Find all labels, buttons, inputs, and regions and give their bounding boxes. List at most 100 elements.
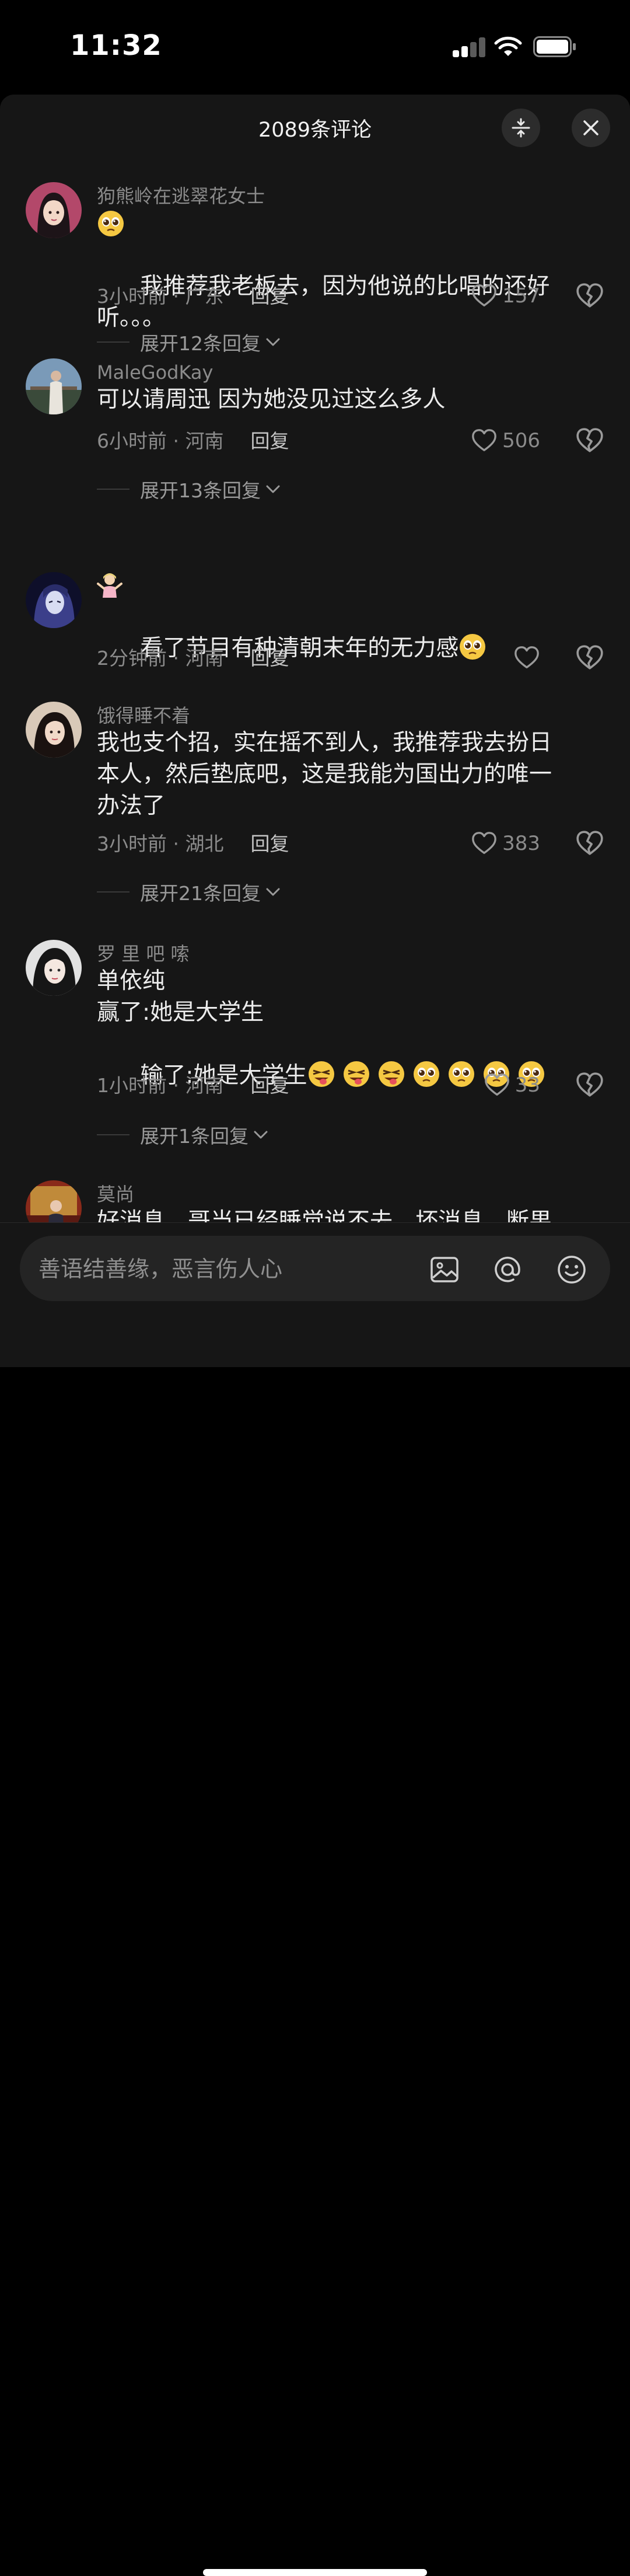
comment-username[interactable]: MaleGodKay [97, 361, 213, 384]
heart-icon [513, 644, 540, 671]
avatar-image [26, 182, 82, 238]
avatar-image [26, 940, 82, 996]
divider-line [97, 891, 130, 893]
winking-tongue-emoji [307, 1060, 335, 1088]
pleading-face-emoji [459, 633, 487, 661]
divider-line [97, 489, 130, 490]
divider-line [97, 341, 130, 343]
comment-time-location: 6小时前 · 河南 [97, 430, 224, 452]
avatar-image [26, 572, 82, 628]
like-count: 506 [502, 429, 540, 452]
avatar[interactable] [26, 572, 82, 628]
comment-time-location: 1小时前 · 河南 [97, 1074, 224, 1097]
avatar[interactable] [26, 702, 82, 758]
avatar[interactable] [26, 358, 82, 414]
comment-item: MaleGodKay 可以请周迅 因为她没见过这么多人 6小时前 · 河南 回复 … [0, 358, 630, 534]
comment-item: 看了节目有种清朝末年的无力感 2分钟前 · 河南 回复 [0, 572, 630, 724]
comment-text: 可以请周迅 因为她没见过这么多人 [97, 386, 446, 413]
expand-replies-button[interactable]: 展开13条回复 [97, 475, 282, 503]
avatar-image [26, 702, 82, 758]
reply-button[interactable]: 回复 [250, 1074, 289, 1097]
status-time: 11:32 [70, 29, 162, 62]
broken-heart-icon[interactable] [575, 643, 604, 672]
collapse-button[interactable] [502, 109, 540, 147]
comment-text-line: 单依纯 [97, 968, 166, 994]
comment-time-location: 3小时前 · 广东 [97, 285, 224, 308]
comment-time-location: 3小时前 · 湖北 [97, 832, 224, 855]
reply-button[interactable]: 回复 [250, 832, 289, 855]
comment-meta: 3小时前 · 广东 回复 [97, 284, 289, 309]
close-button[interactable] [572, 109, 610, 147]
comment-item: 罗 里 吧 嗦 单依纯 赢了:她是大学生 输了:她是大学生 1小时前 · 河南回… [0, 940, 630, 1148]
reply-button[interactable]: 回复 [250, 285, 289, 308]
reply-button[interactable]: 回复 [250, 430, 289, 452]
image-icon[interactable] [428, 1253, 461, 1286]
like-button[interactable]: 506 [471, 426, 540, 455]
heart-icon [471, 283, 498, 309]
chevron-down-icon [266, 888, 280, 896]
comment-item: 饿得睡不着 我也支个招，实在摇不到人，我推荐我去扮日 本人，然后垫底吧，这是我能… [0, 702, 630, 905]
comment-meta: 6小时前 · 河南 回复 [97, 428, 289, 454]
wifi-icon [494, 36, 522, 56]
comment-username[interactable]: 莫尚 [97, 1183, 134, 1206]
broken-heart-icon[interactable] [575, 829, 604, 858]
collapse-arrows-icon [512, 118, 530, 138]
comment-text-line: 赢了:她是大学生 [97, 999, 264, 1026]
sheet-header: 2089条评论 [0, 95, 630, 160]
expand-replies-label: 展开12条回复 [140, 332, 261, 355]
comment-username[interactable]: 罗 里 吧 嗦 [97, 942, 190, 965]
status-bar: 11:32 [0, 0, 630, 93]
at-icon[interactable] [491, 1253, 524, 1286]
comment-input-box [20, 1236, 610, 1302]
avatar[interactable] [26, 182, 82, 238]
broken-heart-icon[interactable] [575, 426, 604, 455]
broken-heart-icon[interactable] [575, 1071, 604, 1100]
smile-icon[interactable] [555, 1253, 588, 1286]
expand-replies-button[interactable]: 展开21条回复 [97, 878, 282, 906]
like-count: 157 [502, 284, 540, 308]
pleading-face-emoji [447, 1060, 475, 1088]
heart-icon [471, 830, 498, 857]
cellular-signal-icon [453, 37, 485, 57]
comment-username[interactable]: 狗熊岭在逃翠花女士 [97, 184, 265, 208]
avatar-image [26, 358, 82, 414]
comment-sheet: 2089条评论 狗熊岭在逃翠花女士 我推荐我老板去，因为他说的比唱的还好 听。。… [0, 95, 630, 1367]
reply-button[interactable]: 回复 [250, 647, 289, 670]
expand-replies-button[interactable]: 展开12条回复 [97, 328, 282, 356]
person-shrugging-emoji [97, 573, 123, 598]
winking-tongue-emoji [377, 1060, 405, 1088]
avatar[interactable] [26, 940, 82, 996]
broken-heart-icon[interactable] [575, 281, 604, 311]
comment-meta: 3小时前 · 湖北 回复 [97, 831, 289, 857]
chevron-down-icon [266, 338, 280, 346]
like-count: 33 [514, 1073, 540, 1097]
like-button[interactable]: 157 [471, 281, 540, 311]
pleading-face-emoji [97, 210, 125, 238]
chevron-down-icon [266, 485, 280, 493]
comment-time-location: 2分钟前 · 河南 [97, 647, 224, 670]
expand-replies-label: 展开1条回复 [140, 1125, 249, 1148]
comment-meta: 1小时前 · 河南 回复 [97, 1073, 289, 1099]
expand-replies-label: 展开13条回复 [140, 479, 261, 502]
chevron-down-icon [254, 1131, 268, 1139]
heart-icon [471, 427, 498, 454]
pleading-face-emoji [412, 1060, 440, 1088]
expand-replies-button[interactable]: 展开1条回复 [97, 1121, 270, 1149]
expand-replies-label: 展开21条回复 [140, 882, 261, 905]
battery-icon [533, 36, 576, 57]
comment-meta: 2分钟前 · 河南 回复 [97, 646, 289, 671]
divider-line [97, 1134, 130, 1135]
like-button[interactable]: 33 [484, 1071, 540, 1100]
comment-input[interactable] [37, 1236, 413, 1302]
like-button[interactable] [513, 643, 540, 672]
comment-username[interactable]: 饿得睡不着 [97, 704, 190, 727]
comment-text: 我也支个招，实在摇不到人，我推荐我去扮日 本人，然后垫底吧，这是我能为国出力的唯… [97, 730, 552, 819]
home-indicator [203, 2569, 427, 2576]
comment-item: 狗熊岭在逃翠花女士 我推荐我老板去，因为他说的比唱的还好 听。。。 3小时前 ·… [0, 182, 630, 357]
close-icon [583, 120, 598, 135]
heart-icon [484, 1072, 510, 1099]
like-button[interactable]: 383 [471, 829, 540, 858]
winking-tongue-emoji [342, 1060, 370, 1088]
comment-input-bar [0, 1222, 630, 2576]
like-count: 383 [502, 832, 540, 855]
